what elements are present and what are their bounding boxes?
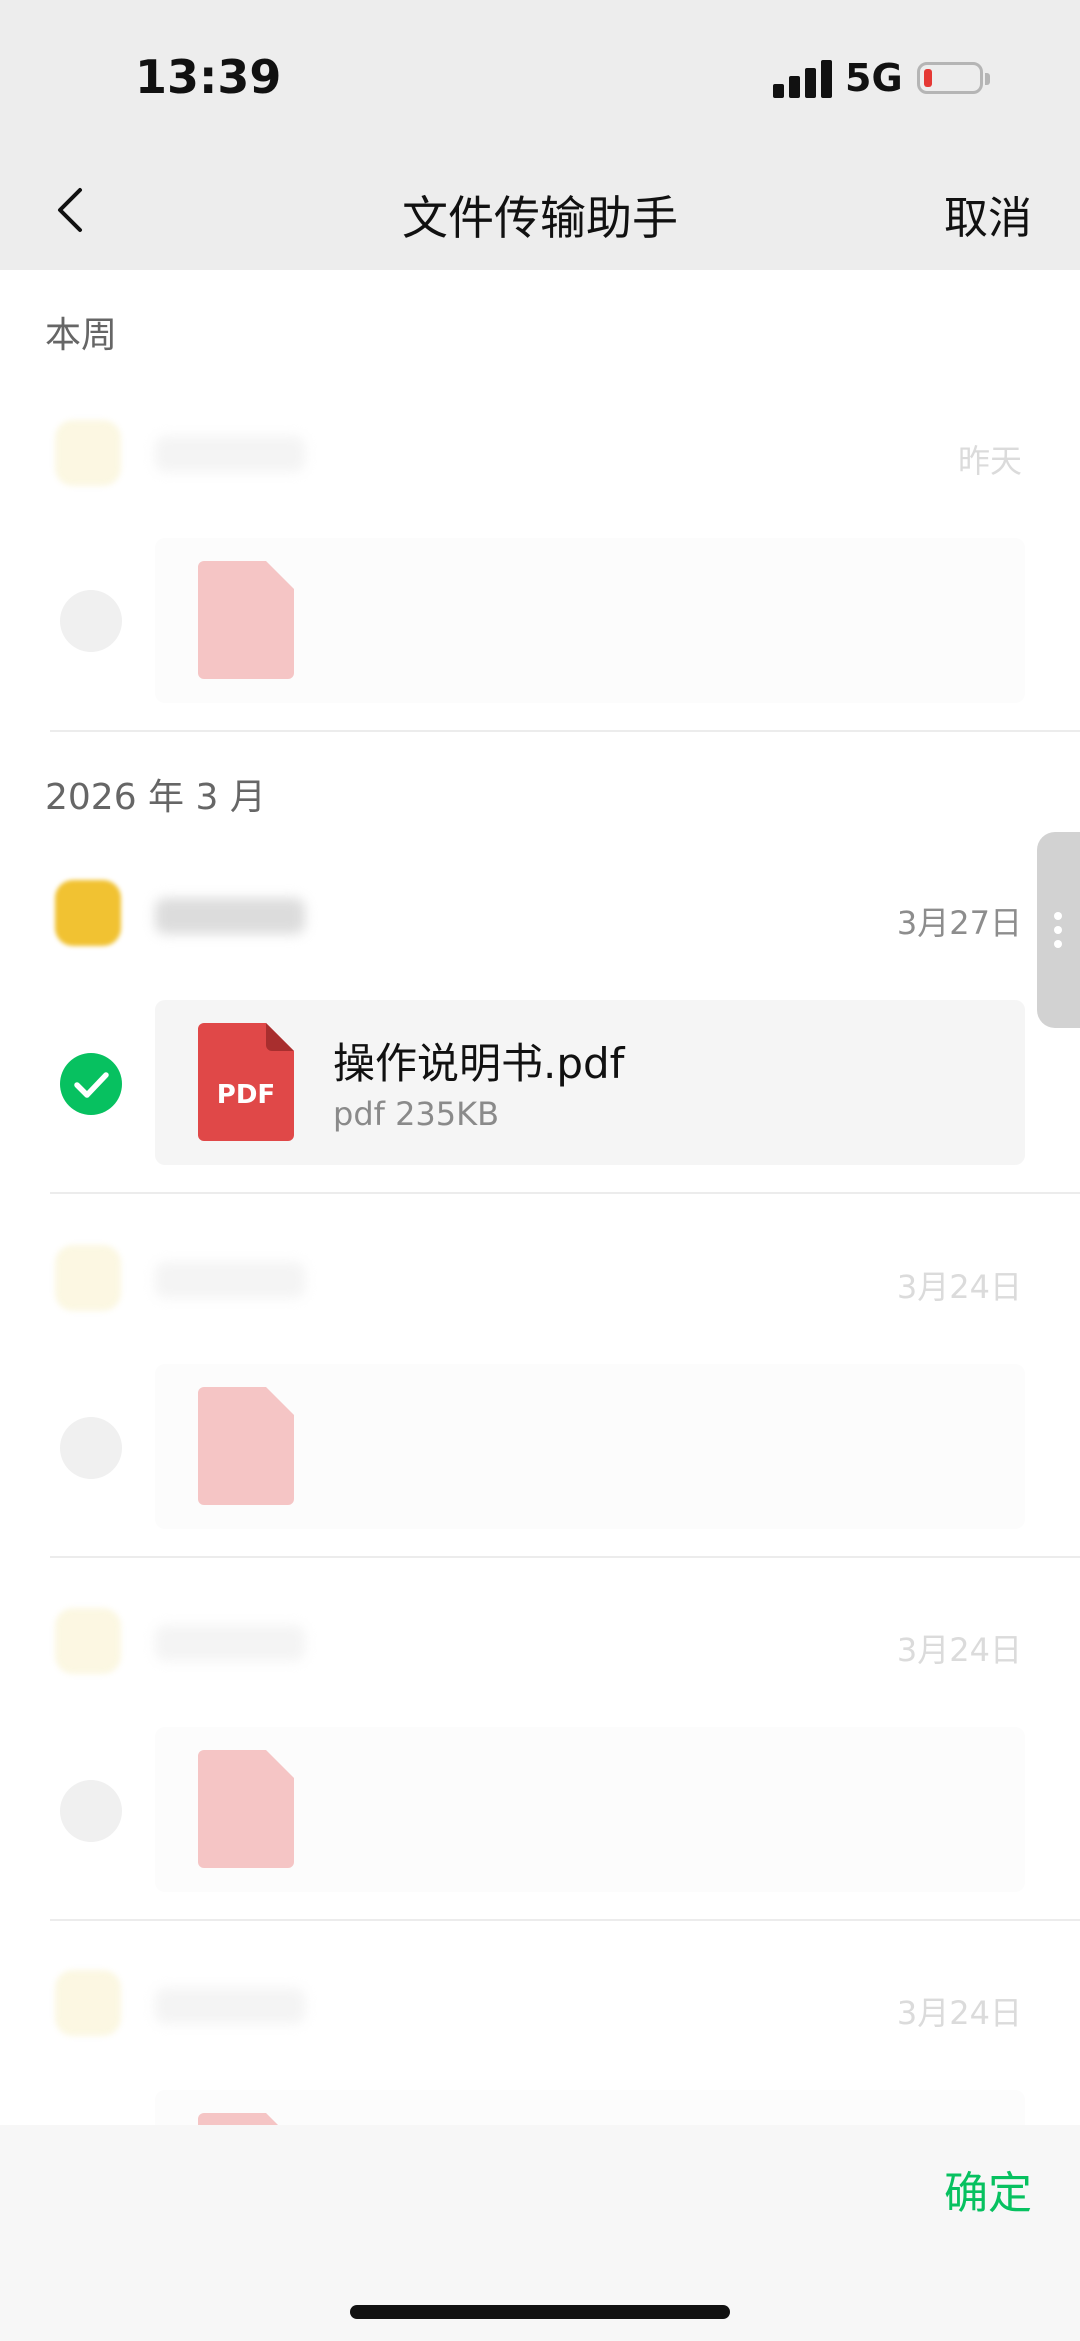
pdf-file-icon (198, 1750, 294, 1868)
select-checkbox-checked[interactable] (60, 1053, 122, 1115)
message-date: 昨天 (957, 442, 1022, 480)
file-meta: pdf 235KB (333, 1095, 500, 1133)
sender-name (155, 1625, 305, 1661)
pdf-file-icon (198, 561, 294, 679)
divider (50, 1192, 1080, 1194)
status-time: 13:39 (135, 50, 282, 104)
page-title: 文件传输助手 (402, 191, 678, 245)
message-date: 3月24日 (896, 1994, 1022, 2032)
sender-name (155, 1262, 305, 1298)
checkmark-icon (74, 1072, 109, 1098)
side-drag-handle[interactable] (1037, 832, 1080, 1028)
divider (50, 1919, 1080, 1921)
select-checkbox[interactable] (60, 1417, 122, 1479)
avatar (55, 880, 121, 946)
sender-name (155, 898, 305, 934)
sender-name (155, 436, 305, 472)
confirm-button[interactable]: 确定 (944, 2157, 1032, 2221)
pdf-file-icon: PDF (198, 1023, 294, 1141)
svg-text:PDF: PDF (217, 1080, 275, 1110)
avatar (55, 1608, 121, 1674)
avatar (55, 1970, 121, 2036)
sender-name (155, 1988, 305, 2024)
file-card[interactable] (155, 538, 1025, 703)
message-date: 3月27日 (896, 904, 1022, 942)
pdf-file-icon (198, 2113, 278, 2125)
divider (50, 730, 1080, 732)
select-checkbox[interactable] (60, 590, 122, 652)
nav-bar: 文件传输助手 取消 (0, 150, 1080, 270)
message-date: 3月24日 (896, 1268, 1022, 1306)
select-checkbox[interactable] (60, 1780, 122, 1842)
file-name: 操作说明书.pdf (333, 1039, 625, 1088)
pdf-file-icon (198, 1387, 294, 1505)
file-card[interactable] (155, 2090, 1025, 2125)
file-card[interactable]: PDF 操作说明书.pdf pdf 235KB (155, 1000, 1025, 1165)
file-list[interactable]: 本周 昨天 2026 年 3 月 3月27日 PDF 操作说明书.pdf pdf… (0, 270, 1080, 2125)
section-header-this-week: 本周 (45, 315, 118, 356)
bottom-action-bar: 确定 (0, 2125, 1080, 2341)
file-card[interactable] (155, 1727, 1025, 1892)
signal-icon (773, 60, 833, 98)
cancel-button[interactable]: 取消 (944, 182, 1032, 246)
avatar (55, 420, 121, 486)
file-card[interactable] (155, 1364, 1025, 1529)
status-bar: 13:39 5G (0, 0, 1080, 150)
section-header-march: 2026 年 3 月 (45, 777, 266, 818)
message-date: 3月24日 (896, 1631, 1022, 1669)
divider (50, 1556, 1080, 1558)
home-indicator (350, 2305, 730, 2319)
network-type: 5G (845, 56, 903, 100)
battery-icon (917, 62, 990, 94)
avatar (55, 1245, 121, 1311)
